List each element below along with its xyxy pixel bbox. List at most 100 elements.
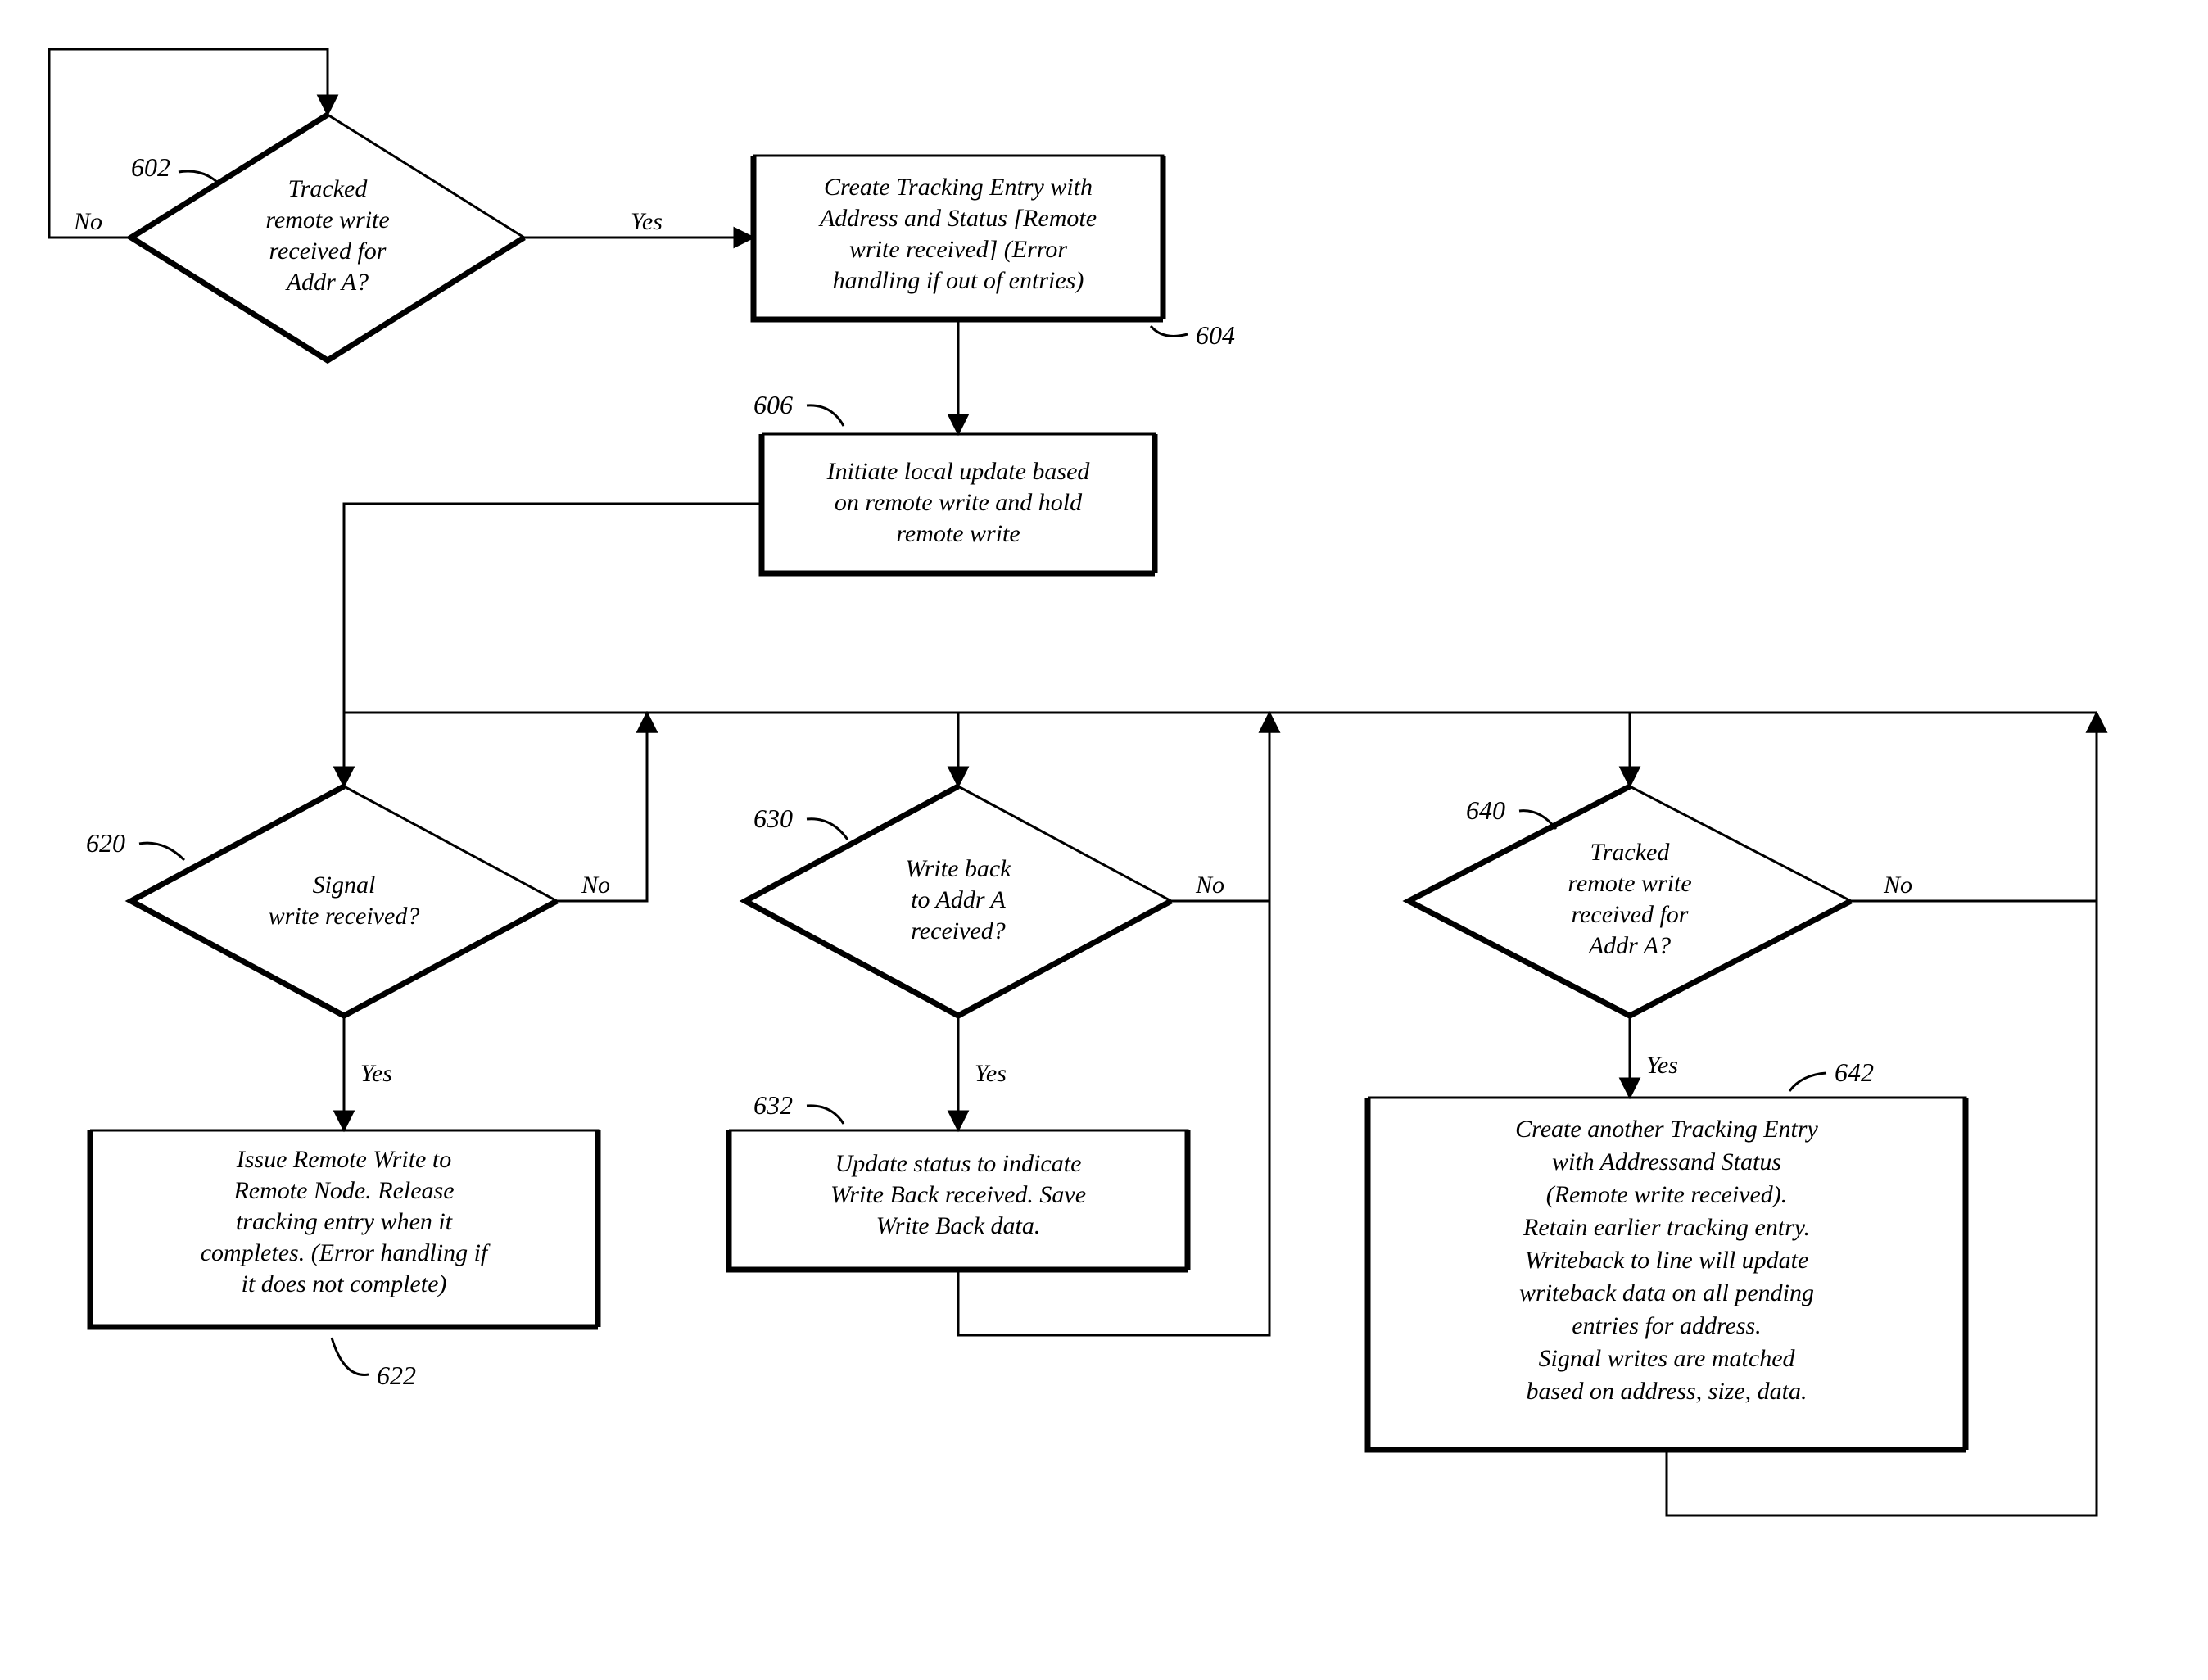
svg-text:with Addressand Status: with Addressand Status (1552, 1148, 1781, 1175)
svg-text:remote write: remote write (265, 206, 389, 233)
b606-l1: Initiate local update based (826, 458, 1091, 485)
b606-l2: on remote write and hold (835, 489, 1083, 516)
d602-l1: Tracked (288, 175, 369, 202)
svg-text:Retain earlier tracking entry.: Retain earlier tracking entry. (1523, 1214, 1810, 1241)
svg-text:received?: received? (911, 917, 1005, 944)
process-632: Update status to indicate Write Back rec… (729, 1130, 1188, 1270)
d602-yes: Yes (631, 208, 663, 235)
d620-l1: Signal (313, 872, 376, 899)
svg-text:Tracked: Tracked (1590, 839, 1671, 866)
svg-text:entries for address.: entries for address. (1572, 1312, 1761, 1339)
b642-l6: writeback data on all pending (1519, 1279, 1814, 1306)
svg-text:remote write: remote write (1568, 870, 1691, 897)
svg-text:Update status to indicate: Update status to indicate (835, 1150, 1082, 1177)
process-622: Issue Remote Write to Remote Node. Relea… (90, 1130, 598, 1327)
svg-text:Remote Node. Release: Remote Node. Release (233, 1177, 454, 1204)
ref-632: 632 (753, 1090, 793, 1120)
d640-l2: remote write (1568, 870, 1691, 897)
svg-text:it does not complete): it does not complete) (242, 1270, 447, 1297)
svg-text:received for: received for (1572, 901, 1689, 928)
svg-text:Create another Tracking Entry: Create another Tracking Entry (1515, 1116, 1818, 1143)
svg-text:completes. (Error handling if: completes. (Error handling if (201, 1239, 491, 1266)
b622-l4: completes. (Error handling if (201, 1239, 491, 1266)
b622-l5: it does not complete) (242, 1270, 447, 1297)
svg-text:tracking entry when it: tracking entry when it (236, 1208, 453, 1235)
svg-text:Addr A?: Addr A? (285, 269, 369, 296)
ref-606: 606 (753, 390, 793, 419)
d640-l1: Tracked (1590, 839, 1671, 866)
d640-l3: received for (1572, 901, 1689, 928)
d620-yes: Yes (360, 1060, 392, 1087)
d602-no: No (73, 208, 102, 235)
d630-l3: received? (911, 917, 1005, 944)
b632-l1: Update status to indicate (835, 1150, 1082, 1177)
d630-no: No (1195, 872, 1224, 899)
b622-l2: Remote Node. Release (233, 1177, 454, 1204)
b604-l4: handling if out of entries) (833, 267, 1084, 294)
ref-640: 640 (1466, 795, 1505, 825)
svg-text:Initiate local update based: Initiate local update based (826, 458, 1091, 485)
ref-642: 642 (1835, 1057, 1874, 1087)
svg-text:based on address, size, data.: based on address, size, data. (1526, 1378, 1807, 1405)
svg-text:Create Tracking Entry with: Create Tracking Entry with (824, 174, 1093, 201)
b642-l7: entries for address. (1572, 1312, 1761, 1339)
ref-622: 622 (377, 1361, 416, 1390)
ref-604: 604 (1196, 320, 1235, 350)
b632-l3: Write Back data. (876, 1212, 1041, 1239)
process-606: Initiate local update based on remote wr… (762, 434, 1155, 573)
svg-text:Writeback to line will update: Writeback to line will update (1525, 1247, 1809, 1274)
d602-l2: remote write (265, 206, 389, 233)
d630-l1: Write back (905, 855, 1011, 882)
d602-l4: Addr A? (285, 269, 369, 296)
svg-text:to Addr A: to Addr A (911, 886, 1006, 913)
d630-yes: Yes (975, 1060, 1007, 1087)
d620-no: No (581, 872, 610, 899)
d640-no: No (1883, 872, 1912, 899)
svg-text:Write Back received. Save: Write Back received. Save (830, 1181, 1086, 1208)
decision-620: Signal write received? (131, 786, 557, 1016)
svg-text:writeback data on all pending: writeback data on all pending (1519, 1279, 1814, 1306)
svg-text:Signal writes are matched: Signal writes are matched (1538, 1345, 1795, 1372)
d630-l2: to Addr A (911, 886, 1006, 913)
svg-text:received for: received for (269, 238, 387, 265)
b604-l1: Create Tracking Entry with (824, 174, 1093, 201)
b622-l3: tracking entry when it (236, 1208, 453, 1235)
d620-l2: write received? (269, 903, 420, 930)
ref-602: 602 (131, 152, 170, 182)
d602-l3: received for (269, 238, 387, 265)
ref-630: 630 (753, 804, 793, 833)
b632-l2: Write Back received. Save (830, 1181, 1086, 1208)
b622-l1: Issue Remote Write to (236, 1146, 451, 1173)
ref-620: 620 (86, 828, 125, 858)
svg-text:Addr A?: Addr A? (1587, 932, 1671, 959)
svg-text:Address and Status [Remote: Address and Status [Remote (818, 205, 1097, 232)
flowchart: Tracked remote write received for Addr A… (0, 0, 2208, 1680)
svg-text:Issue Remote Write to: Issue Remote Write to (236, 1146, 451, 1173)
b642-l3: (Remote write received). (1546, 1181, 1788, 1208)
svg-text:Tracked: Tracked (288, 175, 369, 202)
svg-text:write received?: write received? (269, 903, 420, 930)
b642-l5: Writeback to line will update (1525, 1247, 1809, 1274)
svg-text:on remote write and hold: on remote write and hold (835, 489, 1083, 516)
process-642: Create another Tracking Entry with Addre… (1368, 1098, 1966, 1450)
process-604: Create Tracking Entry with Address and S… (753, 156, 1163, 319)
b642-l4: Retain earlier tracking entry. (1523, 1214, 1810, 1241)
d640-l4: Addr A? (1587, 932, 1671, 959)
decision-630: Write back to Addr A received? (745, 786, 1171, 1016)
decision-602: Tracked remote write received for Addr A… (131, 115, 524, 360)
svg-text:write received] (Error: write received] (Error (849, 236, 1067, 263)
svg-text:handling if out of entries): handling if out of entries) (833, 267, 1084, 294)
b606-l3: remote write (896, 520, 1020, 547)
svg-text:Write back: Write back (905, 855, 1011, 882)
d640-yes: Yes (1646, 1052, 1678, 1079)
b642-l8: Signal writes are matched (1538, 1345, 1795, 1372)
svg-text:(Remote write received).: (Remote write received). (1546, 1181, 1788, 1208)
b604-l3: write received] (Error (849, 236, 1067, 263)
b642-l2: with Addressand Status (1552, 1148, 1781, 1175)
svg-text:Signal: Signal (313, 872, 376, 899)
b642-l9: based on address, size, data. (1526, 1378, 1807, 1405)
svg-text:remote write: remote write (896, 520, 1020, 547)
b604-l2: Address and Status [Remote (818, 205, 1097, 232)
b642-l1: Create another Tracking Entry (1515, 1116, 1818, 1143)
svg-text:Write Back data.: Write Back data. (876, 1212, 1041, 1239)
